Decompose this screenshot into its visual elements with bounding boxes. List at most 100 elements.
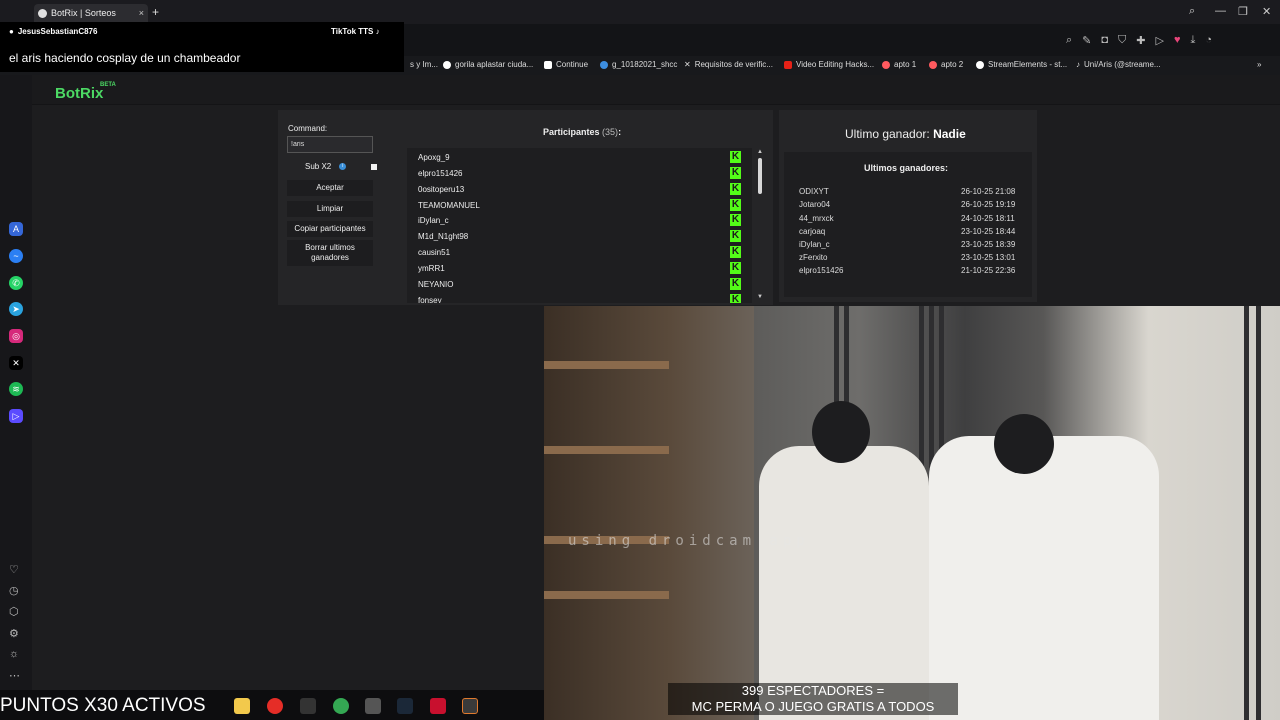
list-item: Apoxg_9 — [418, 153, 450, 162]
bookmark-item[interactable]: gorila aplastar ciuda... — [443, 60, 533, 69]
winner-date: 24-10-25 18:11 — [961, 214, 1015, 223]
winner-date: 23-10-25 18:39 — [961, 240, 1016, 249]
search-tabs-icon[interactable]: ⌕ — [1189, 5, 1195, 18]
kick-icon: K — [730, 199, 741, 211]
tiktok-icon: ♪ — [1076, 60, 1080, 69]
bookmark-item[interactable]: Video Editing Hacks... — [784, 60, 874, 69]
whatsapp-icon[interactable]: ✆ — [9, 276, 23, 290]
command-label: Command: — [288, 124, 328, 133]
tts-message: el aris haciendo cosplay de un chambeado… — [9, 51, 241, 65]
copy-participants-button[interactable]: Copiar participantes — [287, 221, 373, 237]
person-right — [929, 436, 1159, 720]
viewer-goal: 399 ESPECTADORES = MC PERMA O JUEGO GRAT… — [668, 683, 958, 715]
winner-date: 26-10-25 21:08 — [961, 187, 1016, 196]
player-icon[interactable]: ▷ — [9, 409, 23, 423]
browser-tab[interactable]: BotRix | Sorteos × — [34, 4, 148, 22]
participants-count: (35) — [602, 127, 619, 137]
kick-icon: K — [730, 167, 741, 179]
sub-x2-option: Sub X2 i — [305, 162, 347, 171]
bookmark-item[interactable]: g_10182021_shcc — [600, 60, 677, 69]
instagram-icon[interactable]: ◎ — [9, 329, 23, 343]
acoustic-slat — [1244, 306, 1249, 720]
new-tab-button[interactable]: + — [152, 5, 159, 19]
sub-x2-checkbox[interactable] — [371, 164, 377, 170]
steam-icon[interactable] — [397, 698, 413, 714]
shield-icon[interactable]: ⛉ — [1118, 34, 1126, 47]
sub-x2-label: Sub X2 — [305, 162, 332, 171]
close-tab-icon[interactable]: × — [139, 8, 144, 18]
last-winner-value: Nadie — [933, 127, 966, 141]
last-winner: Ultimo ganador: Nadie — [845, 127, 966, 141]
clear-button[interactable]: Limpiar — [287, 201, 373, 217]
messenger-icon[interactable]: ~ — [9, 249, 23, 263]
chrome-icon[interactable] — [333, 698, 349, 714]
winner-date: 23-10-25 13:01 — [961, 253, 1016, 262]
spotify-icon[interactable]: ≋ — [9, 382, 23, 396]
window-icon[interactable] — [365, 698, 381, 714]
winner-date: 26-10-25 19:19 — [961, 200, 1016, 209]
bookmark-item[interactable]: apto 2 — [929, 60, 963, 69]
scrollbar-thumb[interactable] — [758, 158, 762, 194]
aria-icon[interactable]: A — [9, 222, 23, 236]
download-icon[interactable]: ⤓ — [1191, 34, 1196, 47]
edit-icon[interactable]: ✎ — [1082, 34, 1091, 47]
bookmark-item[interactable]: apto 1 — [882, 60, 916, 69]
heart-icon[interactable]: ♥ — [1174, 34, 1181, 47]
delete-winners-button[interactable]: Borrar ultimos ganadores — [287, 240, 373, 266]
telegram-icon[interactable]: ➤ — [9, 302, 23, 316]
kick-icon: K — [730, 246, 741, 258]
acoustic-slat — [1256, 306, 1261, 720]
settings-icon[interactable]: ⚙ — [9, 627, 19, 640]
botrix-logo[interactable]: BotRix — [55, 85, 103, 102]
command-input[interactable] — [287, 136, 373, 153]
heart-icon[interactable]: ♡ — [9, 563, 19, 576]
opera-icon[interactable] — [267, 698, 283, 714]
bookmark-item[interactable]: StreamElements - st... — [976, 60, 1067, 69]
play-icon[interactable]: ▷ — [1156, 34, 1164, 47]
droidcam-watermark: using droidcam app — [568, 533, 810, 549]
more-bookmarks-icon[interactable]: » — [1257, 60, 1261, 69]
screen: BotRix | Sorteos × + ⌕ — ❐ ✕ ⌕ ✎ ◘ ⛉ ✚ ▷… — [0, 0, 1280, 720]
kick-icon: K — [730, 183, 741, 195]
app-icon[interactable] — [300, 698, 316, 714]
bookmark-item[interactable]: ✕ Requisitos de verific... — [684, 60, 773, 69]
lightbulb-icon[interactable]: ☼ — [9, 648, 19, 660]
bookmark-item[interactable]: ♪ Uni/Aris (@streame... — [1076, 60, 1161, 69]
close-window-icon[interactable]: ✕ — [1262, 5, 1271, 18]
winners-list — [784, 152, 1032, 297]
winner-name: 44_mrxck — [799, 214, 834, 223]
accept-button[interactable]: Aceptar — [287, 180, 373, 196]
participants-list[interactable]: Apoxg_9 K elpro151426 K 0ositoperu13 K T… — [407, 148, 752, 303]
box-icon[interactable]: ⬡ — [9, 605, 19, 618]
bookmark-item[interactable]: s y Im... — [410, 60, 438, 69]
youtube-icon — [784, 60, 792, 69]
globe-icon — [600, 60, 608, 69]
person-left-head — [812, 401, 870, 463]
tts-user: ● JesusSebastianC876 — [9, 27, 98, 36]
camera-icon[interactable]: ◘ — [1101, 34, 1108, 47]
history-icon[interactable]: ◷ — [9, 584, 19, 597]
scroll-down-icon[interactable]: ▼ — [757, 294, 763, 300]
streamelements-icon — [976, 60, 984, 69]
app-icon[interactable] — [430, 698, 446, 714]
list-item: causin51 — [418, 248, 451, 257]
list-item: NEYANIO — [418, 280, 454, 289]
info-icon[interactable]: i — [339, 163, 347, 170]
google-icon — [443, 60, 451, 69]
obs-icon[interactable] — [462, 698, 478, 714]
winner-name: ODIXYT — [799, 187, 829, 196]
winner-name: Jotaro04 — [799, 200, 831, 209]
winner-date: 23-10-25 18:44 — [961, 227, 1016, 236]
bookmark-item[interactable]: Continue — [544, 60, 588, 69]
kick-icon: K — [730, 278, 741, 290]
points-banner: PUNTOS X30 ACTIVOS — [0, 695, 206, 716]
profile-icon[interactable]: ◔ — [1205, 34, 1212, 47]
extension-icon[interactable]: ✚ — [1136, 34, 1145, 47]
minimize-icon[interactable]: — — [1215, 5, 1226, 17]
restore-icon[interactable]: ❐ — [1238, 5, 1248, 18]
search-icon[interactable]: ⌕ — [1066, 34, 1072, 47]
file-explorer-icon[interactable] — [234, 698, 250, 714]
x-icon[interactable]: ✕ — [9, 356, 23, 370]
scroll-up-icon[interactable]: ▲ — [757, 149, 763, 155]
more-icon[interactable]: ⋯ — [9, 669, 20, 682]
